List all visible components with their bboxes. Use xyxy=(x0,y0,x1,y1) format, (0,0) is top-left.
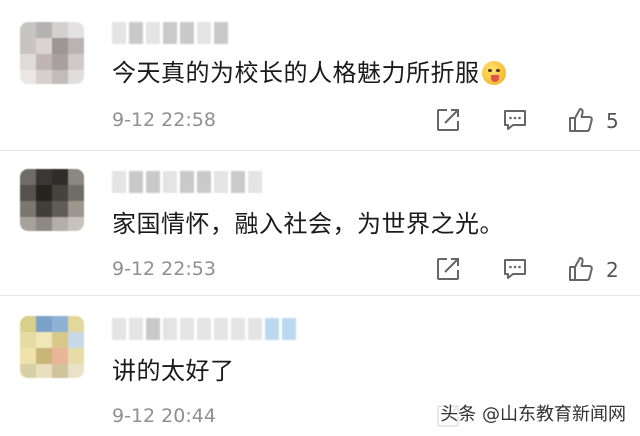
comment-text: 今天真的为校长的人格魅力所折服 xyxy=(112,56,506,90)
avatar[interactable] xyxy=(20,22,84,84)
username[interactable] xyxy=(112,171,262,193)
comment-text: 讲的太好了 xyxy=(112,357,235,385)
comment-text: 家国情怀，融入社会，为世界之光。 xyxy=(112,210,504,238)
share-icon[interactable] xyxy=(435,107,461,133)
share-icon[interactable] xyxy=(435,256,461,282)
comment-time: 9-12 22:58 xyxy=(112,109,216,131)
comment-time: 9-12 22:53 xyxy=(112,258,216,280)
avatar[interactable] xyxy=(20,169,84,231)
reply-icon[interactable] xyxy=(502,256,528,282)
thumbs-up-icon[interactable] xyxy=(567,106,595,134)
like-count: 5 xyxy=(606,109,619,133)
comment-item: 今天真的为校长的人格魅力所折服 9-12 22:58 5 xyxy=(0,0,640,150)
reply-icon[interactable] xyxy=(502,107,528,133)
comment-list: 今天真的为校长的人格魅力所折服 9-12 22:58 5 家国情怀，融入社会，为… xyxy=(0,0,640,436)
watermark-text: 头条 @山东教育新闻网 xyxy=(440,404,626,425)
username[interactable] xyxy=(112,22,228,44)
comment-time: 9-12 20:44 xyxy=(112,405,216,427)
like-count: 2 xyxy=(606,258,619,282)
comment-item: 家国情怀，融入社会，为世界之光。 9-12 22:53 2 xyxy=(0,151,640,294)
thumbs-up-icon[interactable] xyxy=(567,255,595,283)
username[interactable] xyxy=(112,318,296,340)
face-savoring-food-emoji xyxy=(481,61,506,85)
avatar[interactable] xyxy=(20,316,84,378)
watermark: 头条 @山东教育新闻网 xyxy=(434,398,632,428)
